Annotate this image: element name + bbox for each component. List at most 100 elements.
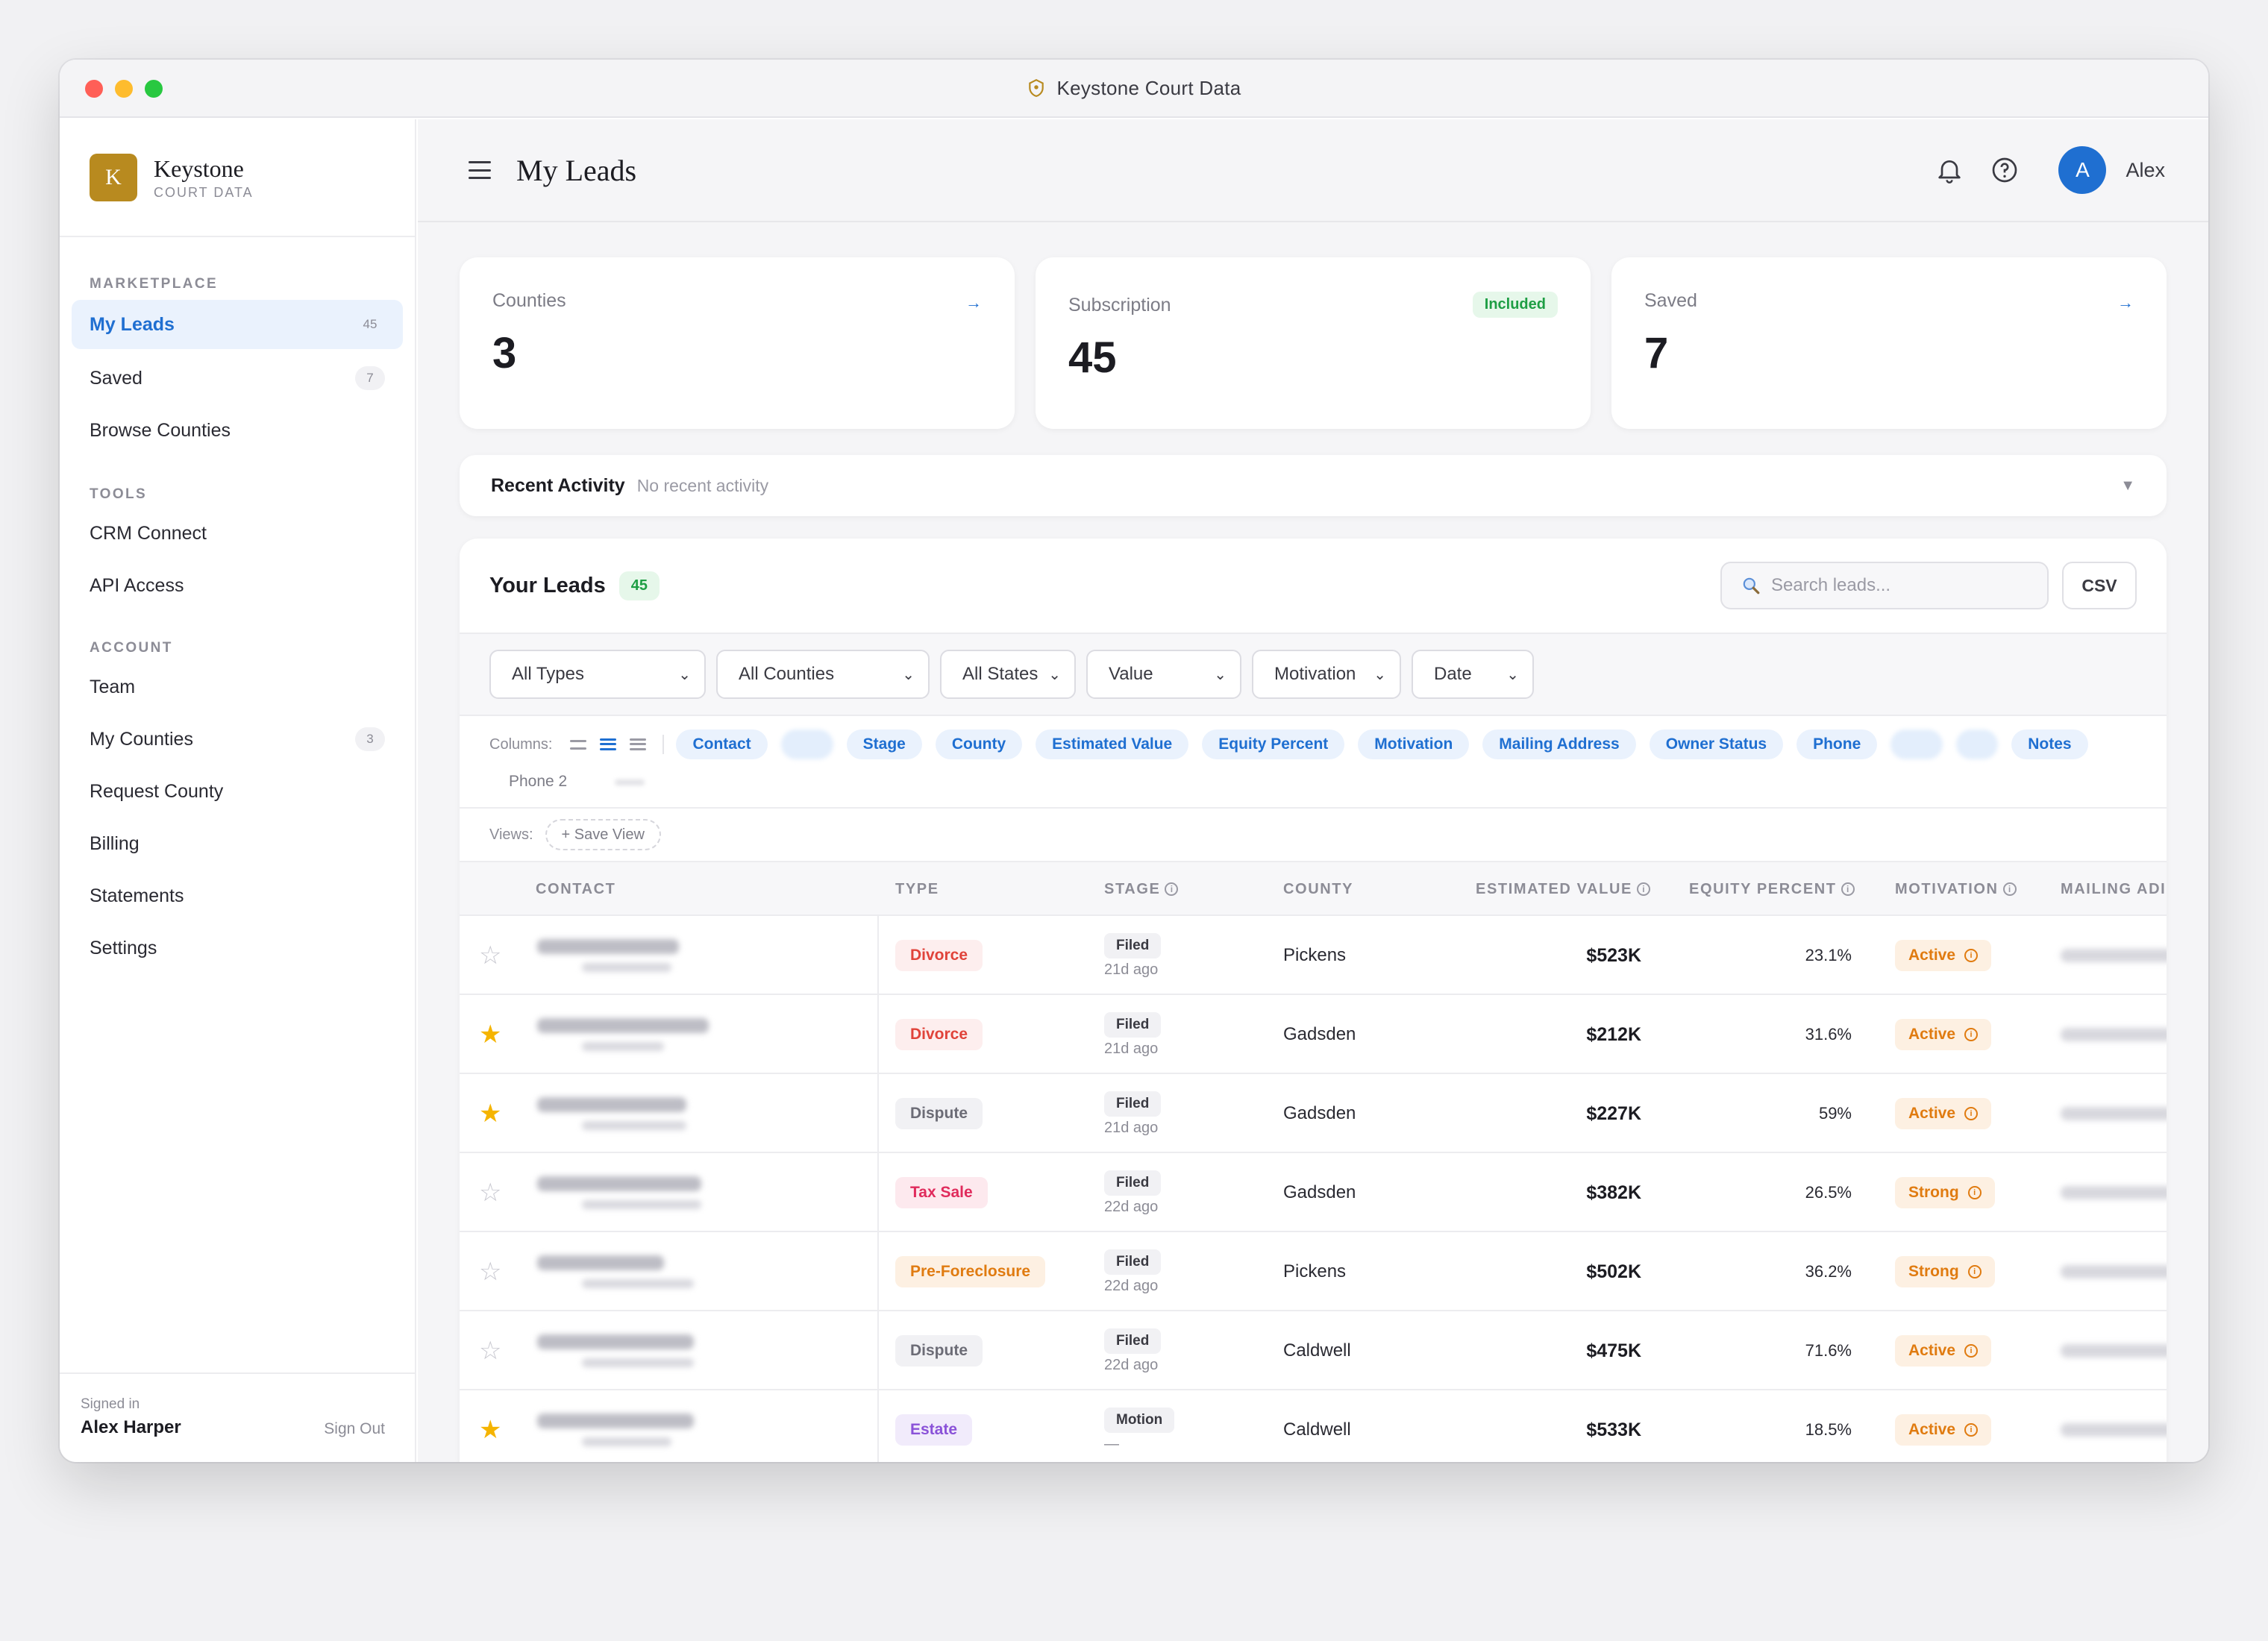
header-contact[interactable]: CONTACT	[536, 862, 615, 916]
column-chip-hidden-off[interactable]	[600, 767, 660, 797]
sidebar-item-settings[interactable]: Settings	[72, 923, 403, 973]
filter-state-select[interactable]: All States ⌄	[940, 650, 1076, 699]
contact-cell[interactable]	[537, 1074, 686, 1153]
header-motivation[interactable]: MOTIVATION i	[1895, 862, 2017, 916]
sidebar-item-statements[interactable]: Statements	[72, 871, 403, 920]
stat-card-counties[interactable]: Counties 3 →	[460, 257, 1015, 429]
info-icon[interactable]: i	[1165, 882, 1179, 896]
star-icon[interactable]: ★	[479, 1020, 501, 1049]
chevron-down-icon: ⌄	[1506, 666, 1519, 683]
column-chip-phone[interactable]: Phone	[1796, 729, 1878, 759]
motivation-badge[interactable]: Active i	[1895, 1098, 1992, 1129]
star-icon[interactable]: ☆	[479, 1178, 501, 1208]
minimize-window-button[interactable]	[115, 80, 133, 98]
column-chip-contact[interactable]: Contact	[676, 729, 768, 759]
table-row[interactable]: ☆ Tax Sale Filed 22d ago Gadsden $382K 26.5% St…	[460, 1153, 2167, 1232]
contact-cell[interactable]	[537, 1153, 701, 1232]
filter-county-select[interactable]: All Counties ⌄	[716, 650, 930, 699]
star-icon[interactable]: ★	[479, 1099, 501, 1129]
estimated-value-cell: $227K	[1586, 1102, 1641, 1124]
sidebar-item-my-counties[interactable]: My Counties 3	[72, 715, 403, 764]
info-icon[interactable]: i	[2002, 882, 2017, 896]
sidebar-item-browse-counties[interactable]: Browse Counties	[72, 406, 403, 455]
star-icon[interactable]: ☆	[479, 1257, 501, 1287]
column-chip-motivation[interactable]: Motivation	[1358, 729, 1470, 759]
column-chip-stage[interactable]: Stage	[846, 729, 922, 759]
header-type[interactable]: TYPE	[895, 862, 939, 916]
star-icon[interactable]: ★	[479, 1415, 501, 1445]
recent-activity-panel[interactable]: Recent Activity No recent activity ▼	[460, 455, 2167, 516]
column-chip-county[interactable]: County	[935, 729, 1023, 759]
table-row[interactable]: ☆ Pre-Foreclosure Filed 22d ago Pickens $502K…	[460, 1232, 2167, 1311]
header-stage-text: STAGE	[1104, 880, 1161, 897]
table-row[interactable]: ★ Estate Motion — Caldwell $533K 18.5% Active i	[460, 1390, 2167, 1462]
sidebar-item-request-county[interactable]: Request County	[72, 767, 403, 816]
column-chip-hidden[interactable]	[1890, 729, 1943, 759]
column-chip-mailing-address[interactable]: Mailing Address	[1482, 729, 1636, 759]
filter-value-select[interactable]: Value ⌄	[1086, 650, 1241, 699]
chevron-down-icon[interactable]: ▼	[2120, 477, 2135, 495]
table-row[interactable]: ☆ Dispute Filed 22d ago Caldwell $475K 71.6% Ac…	[460, 1311, 2167, 1390]
table-row[interactable]: ★ Dispute Filed 21d ago Gadsden $227K 59% Activ…	[460, 1074, 2167, 1153]
table-row[interactable]: ★ Divorce Filed 21d ago Gadsden $212K 31.6% Act…	[460, 995, 2167, 1074]
contact-cell[interactable]	[537, 1390, 694, 1462]
app-window: Keystone Court Data K Keystone COURT DAT…	[60, 60, 2208, 1462]
zoom-window-button[interactable]	[145, 80, 163, 98]
sidebar-item-my-leads[interactable]: My Leads 45	[72, 300, 403, 349]
header-estimated-value[interactable]: ESTIMATED VALUE i	[1476, 862, 1650, 916]
filter-type-select[interactable]: All Types ⌄	[489, 650, 706, 699]
header-county[interactable]: COUNTY	[1283, 862, 1353, 916]
header-equity-percent[interactable]: EQUITY PERCENT i	[1689, 862, 1855, 916]
motivation-badge[interactable]: Active i	[1895, 1414, 1992, 1446]
sidebar-item-crm-connect[interactable]: CRM Connect	[72, 509, 403, 558]
column-chip-notes[interactable]: Notes	[2011, 729, 2088, 759]
avatar[interactable]: A	[2058, 146, 2107, 194]
default-density-icon[interactable]	[598, 735, 618, 754]
column-chip-estimated-value[interactable]: Estimated Value	[1036, 729, 1189, 759]
filter-motivation-select[interactable]: Motivation ⌄	[1252, 650, 1401, 699]
arrow-right-icon[interactable]: →	[2117, 293, 2134, 313]
sidebar-item-label: Request County	[90, 780, 224, 802]
info-icon[interactable]: i	[1841, 882, 1855, 896]
sign-out-button[interactable]: Sign Out	[324, 1420, 385, 1438]
save-view-button[interactable]: + Save View	[545, 819, 661, 850]
comfortable-density-icon[interactable]	[628, 735, 648, 754]
filter-date-select[interactable]: Date ⌄	[1412, 650, 1534, 699]
column-chip-hidden[interactable]	[1956, 729, 1999, 759]
user-menu-name[interactable]: Alex	[2126, 159, 2165, 182]
header-mailing-address[interactable]: MAILING ADI	[2061, 862, 2166, 916]
motivation-badge[interactable]: Strong i	[1895, 1177, 1995, 1208]
column-chip-phone-2[interactable]: Phone 2	[489, 767, 586, 797]
column-chip-equity-percent[interactable]: Equity Percent	[1202, 729, 1345, 759]
motivation-badge[interactable]: Active i	[1895, 940, 1992, 971]
compact-density-icon[interactable]	[568, 735, 588, 754]
contact-cell[interactable]	[537, 1311, 694, 1390]
column-chip-hidden[interactable]	[780, 729, 833, 759]
stat-card-saved[interactable]: Saved 7 →	[1611, 257, 2167, 429]
csv-export-button[interactable]: CSV	[2062, 562, 2137, 609]
motivation-badge[interactable]: Active i	[1895, 1019, 1992, 1050]
help-icon[interactable]	[1990, 155, 2020, 185]
arrow-right-icon[interactable]: →	[965, 293, 982, 313]
type-badge: Tax Sale	[895, 1177, 988, 1208]
sidebar-item-api-access[interactable]: API Access	[72, 561, 403, 610]
header-stage[interactable]: STAGE i	[1104, 862, 1179, 916]
sidebar-item-billing[interactable]: Billing	[72, 819, 403, 868]
motivation-badge[interactable]: Active i	[1895, 1335, 1992, 1367]
menu-icon[interactable]	[469, 161, 491, 179]
close-window-button[interactable]	[85, 80, 103, 98]
bell-icon[interactable]	[1935, 155, 1964, 185]
search-input[interactable]: Search leads...	[1720, 562, 2049, 609]
contact-cell[interactable]	[537, 916, 679, 995]
column-chip-owner-status[interactable]: Owner Status	[1649, 729, 1784, 759]
table-row[interactable]: ☆ Divorce Filed 21d ago Pickens $523K 23.1% Act…	[460, 916, 2167, 995]
sidebar-item-saved[interactable]: Saved 7	[72, 354, 403, 403]
contact-cell[interactable]	[537, 1232, 694, 1311]
star-icon[interactable]: ☆	[479, 941, 501, 970]
info-icon[interactable]: i	[1636, 882, 1650, 896]
star-icon[interactable]: ☆	[479, 1336, 501, 1366]
brand[interactable]: K Keystone COURT DATA	[60, 119, 415, 237]
contact-cell[interactable]	[537, 995, 709, 1074]
motivation-badge[interactable]: Strong i	[1895, 1256, 1995, 1287]
sidebar-item-team[interactable]: Team	[72, 662, 403, 712]
